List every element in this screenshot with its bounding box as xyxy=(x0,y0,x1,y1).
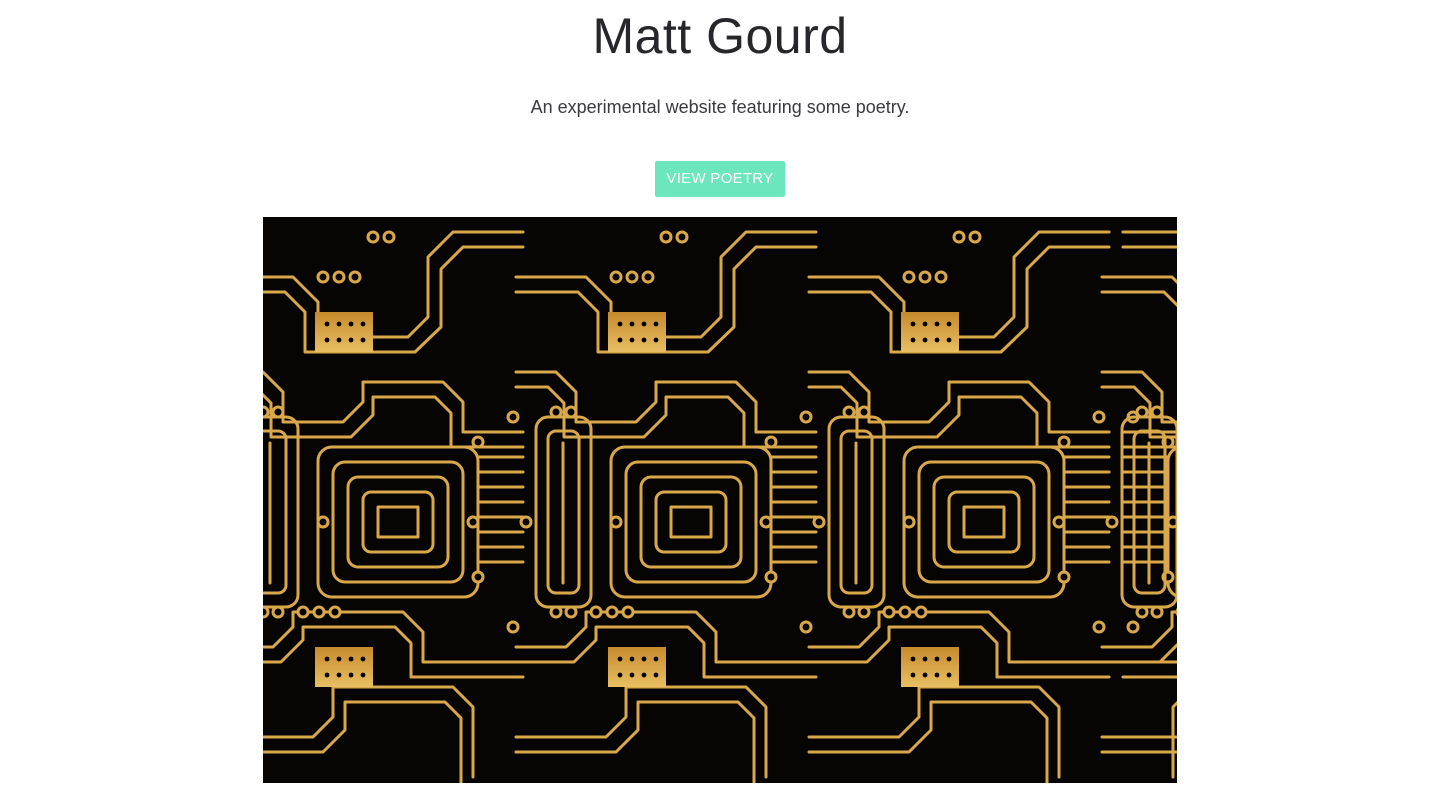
landing-page: Matt Gourd An experimental website featu… xyxy=(0,0,1440,791)
view-poetry-button[interactable]: VIEW POETRY xyxy=(655,161,785,197)
circuit-board-image xyxy=(263,217,1177,783)
circuit-board-art xyxy=(263,230,1177,783)
site-tagline: An experimental website featuring some p… xyxy=(530,97,910,117)
site-title: Matt Gourd xyxy=(592,8,848,64)
